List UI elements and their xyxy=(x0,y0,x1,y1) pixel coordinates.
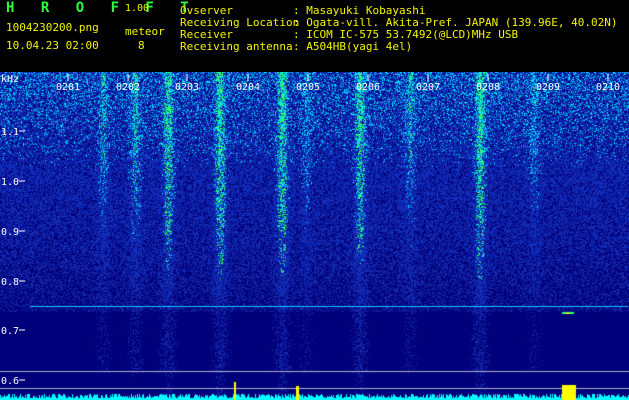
capture-datetime: 10.04.23 02:00 xyxy=(6,39,99,52)
time-tick-label: 0206 xyxy=(356,82,380,93)
meteor-count: 8 xyxy=(138,39,145,52)
time-tick-label: 0210 xyxy=(596,82,620,93)
image-filename: 1004230200.png xyxy=(6,21,99,34)
spectrogram-overlay: kHz 0201 0202 0203 0204 0205 0206 0207 0208 0209… xyxy=(1,74,620,387)
antenna-label: Receiving antenna xyxy=(180,40,293,53)
time-tick-label: 0209 xyxy=(536,82,560,93)
freq-tick-label: 0.7 xyxy=(1,326,19,337)
time-axis: 0201 0202 0203 0204 0205 0206 0207 0208 0209 0210 xyxy=(56,74,620,93)
time-tick-label: 0201 xyxy=(56,82,80,93)
y-axis-unit: kHz xyxy=(1,74,19,85)
freq-tick-label: 0.6 xyxy=(1,376,19,387)
time-tick-label: 0207 xyxy=(416,82,440,93)
time-tick-label: 0203 xyxy=(175,82,199,93)
app-logo: H R O F F T xyxy=(6,0,198,16)
frequency-axis: 1.1 1.0 0.9 0.8 0.7 0.6 xyxy=(1,127,25,387)
meteor-label: meteor xyxy=(125,25,165,38)
freq-tick-label: 1.0 xyxy=(1,177,19,188)
app-version: 1.00 xyxy=(125,3,150,14)
time-tick-label: 0205 xyxy=(296,82,320,93)
time-tick-label: 0202 xyxy=(116,82,140,93)
time-tick-label: 0204 xyxy=(236,82,260,93)
freq-tick-label: 0.9 xyxy=(1,227,19,238)
freq-tick-label: 0.8 xyxy=(1,277,19,288)
freq-tick-label: 1.1 xyxy=(1,127,19,138)
header-panel: H R O F F T 1.00 1004230200.png meteor 1… xyxy=(0,0,629,72)
antenna-value: : A504HB(yagi 4el) xyxy=(293,40,413,53)
time-tick-label: 0208 xyxy=(476,82,500,93)
